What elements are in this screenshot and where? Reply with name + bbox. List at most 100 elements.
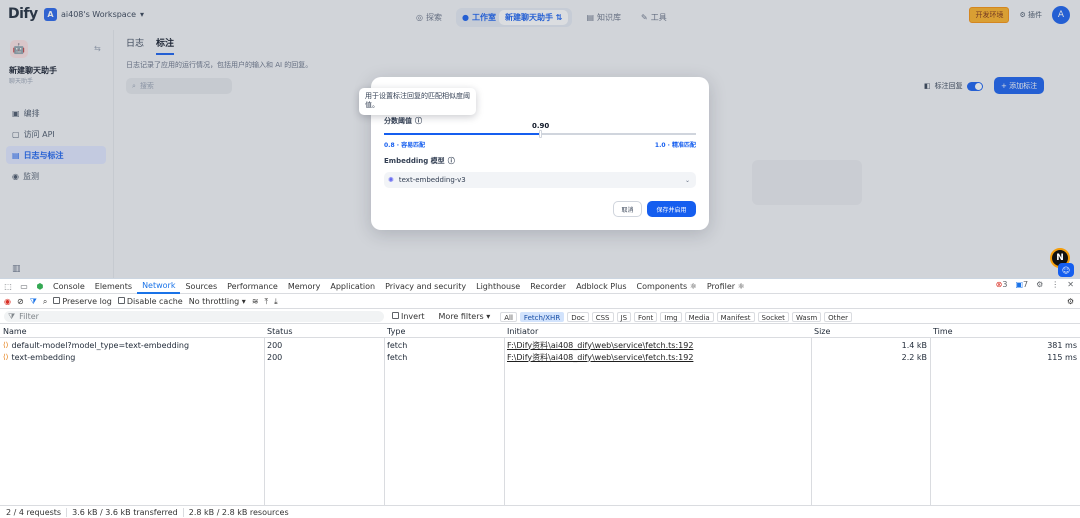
devtools-tab-lighthouse[interactable]: Lighthouse: [471, 279, 525, 294]
devtools-tab-list: Console Elements Network Sources Performance…: [48, 279, 750, 294]
table-row[interactable]: ⟨⟩ text-embedding 200 fetch F:\Dify资料\ai4…: [0, 351, 1080, 363]
column-header-size[interactable]: Size: [811, 325, 930, 337]
devtools-tab-elements[interactable]: Elements: [90, 279, 137, 294]
filter-chip-img[interactable]: Img: [660, 311, 682, 322]
request-initiator[interactable]: F:\Dify资料\ai408_dify\web\service\fetch.t…: [504, 339, 811, 351]
score-slider[interactable]: [384, 130, 696, 138]
help-icon[interactable]: ⓘ: [415, 116, 422, 126]
filter-chip-other[interactable]: Other: [824, 311, 853, 322]
request-initiator[interactable]: F:\Dify资料\ai408_dify\web\service\fetch.t…: [504, 351, 811, 363]
devtools-tab-profiler[interactable]: Profiler ⚛: [702, 279, 750, 294]
filter-chip-fetch-xhr[interactable]: Fetch/XHR: [519, 311, 565, 322]
save-enable-button[interactable]: 保存并启用: [647, 201, 696, 217]
filter-chip-css[interactable]: CSS: [591, 311, 614, 322]
filter-chip-all[interactable]: All: [500, 311, 517, 322]
devtools-panel: ⬚ ▭ ⬢ Console Elements Network Sources Perfo…: [0, 278, 1080, 518]
table-header: Name Status Type Initiator Size Time: [0, 325, 1080, 338]
devtools-tab-console[interactable]: Console: [48, 279, 90, 294]
column-header-status[interactable]: Status: [264, 325, 384, 337]
table-row[interactable]: ⟨⟩ default-model?model_type=text-embeddin…: [0, 339, 1080, 351]
error-counter[interactable]: ⊗3: [996, 280, 1008, 289]
devtools-tabs: ⬚ ▭ ⬢ Console Elements Network Sources Perfo…: [0, 279, 1080, 294]
close-icon[interactable]: ✕: [1067, 280, 1074, 289]
more-filters-dropdown[interactable]: More filters ▾: [439, 312, 491, 321]
chat-bubble-icon[interactable]: ☺: [1058, 263, 1074, 277]
search-icon[interactable]: ⌕: [43, 297, 47, 307]
network-filter-bar: ⧩ Filter Invert More filters ▾ All Fetch/…: [0, 310, 1080, 324]
filter-chip-media[interactable]: Media: [684, 311, 714, 322]
devtools-tab-memory[interactable]: Memory: [283, 279, 326, 294]
disable-cache-label: Disable cache: [126, 297, 183, 306]
score-threshold-tooltip: 用于设置标注回复的匹配相似度阈值。: [359, 88, 476, 115]
devtools-tab-recorder[interactable]: Recorder: [525, 279, 571, 294]
column-header-name[interactable]: Name: [0, 325, 265, 337]
column-header-initiator[interactable]: Initiator: [504, 325, 811, 337]
request-status: 200: [267, 352, 283, 362]
network-request-table: Name Status Type Initiator Size Time ⟨⟩ d…: [0, 325, 1080, 505]
chevron-down-icon: ⌄: [684, 176, 690, 184]
request-name[interactable]: ⟨⟩ text-embedding: [0, 351, 265, 363]
devtools-tab-sources[interactable]: Sources: [180, 279, 222, 294]
extension-icon[interactable]: ⬢: [32, 282, 48, 291]
request-size: 2.2 kB: [901, 352, 927, 362]
devtools-right-controls: ⊗3 ▣7 ⚙ ⋮ ✕: [996, 280, 1074, 289]
filter-chip-js[interactable]: JS: [616, 311, 632, 322]
wifi-icon[interactable]: ≋: [252, 297, 259, 306]
devtools-tab-components[interactable]: Components ⚛: [632, 279, 702, 294]
filter-icon: ⧩: [8, 311, 16, 321]
network-settings-gear-icon[interactable]: ⚙: [1067, 297, 1074, 306]
slider-fill: [384, 133, 540, 135]
chevron-down-icon: ▾: [241, 297, 246, 306]
initiator-link[interactable]: F:\Dify资料\ai408_dify\web\service\fetch.t…: [507, 340, 693, 351]
checkbox-box: [392, 312, 399, 319]
inspect-icon[interactable]: ⬚: [0, 282, 16, 291]
embedding-model-value: text-embedding-v3: [398, 176, 466, 184]
record-icon[interactable]: ◉: [4, 297, 11, 306]
filter-chip-doc[interactable]: Doc: [567, 311, 589, 322]
download-icon[interactable]: ⤓: [274, 297, 278, 307]
filter-chip-font[interactable]: Font: [634, 311, 658, 322]
error-count: 3: [1002, 280, 1008, 289]
initiator-link[interactable]: F:\Dify资料\ai408_dify\web\service\fetch.t…: [507, 352, 693, 363]
fetch-icon: ⟨⟩: [3, 341, 9, 349]
filter-chip-manifest[interactable]: Manifest: [716, 311, 755, 322]
chevron-down-icon: ▾: [486, 312, 491, 321]
model-provider-icon: ✺: [388, 176, 394, 184]
devtools-tab-performance[interactable]: Performance: [222, 279, 283, 294]
network-status-bar: 2 / 4 requests 3.6 kB / 3.6 kB transferr…: [0, 505, 1080, 518]
devtools-tab-privacy-and-security[interactable]: Privacy and security: [380, 279, 471, 294]
settings-gear-icon[interactable]: ⚙: [1036, 280, 1043, 289]
score-label-text: 分数阈值: [384, 117, 412, 125]
more-filters-label: More filters: [438, 312, 484, 321]
filter-chip-wasm[interactable]: Wasm: [791, 311, 822, 322]
throttling-select[interactable]: No throttling ▾: [189, 297, 246, 306]
warning-counter[interactable]: ▣7: [1015, 280, 1028, 289]
preserve-log-label: Preserve log: [62, 297, 112, 306]
disable-cache-checkbox[interactable]: Disable cache: [117, 297, 183, 306]
invert-checkbox[interactable]: Invert: [392, 312, 425, 321]
preserve-log-checkbox[interactable]: Preserve log: [53, 297, 112, 306]
divider: [182, 508, 184, 517]
resources-size: 2.8 kB / 2.8 kB resources: [188, 508, 289, 517]
devtools-tab-network[interactable]: Network: [137, 279, 181, 294]
score-threshold-label: 分数阈值 ⓘ: [384, 116, 422, 126]
filter-input[interactable]: ⧩ Filter: [4, 311, 384, 322]
request-size: 1.4 kB: [901, 340, 927, 350]
cancel-button[interactable]: 取消: [613, 201, 642, 217]
filter-funnel-icon[interactable]: ⧩: [30, 297, 37, 307]
clear-icon[interactable]: ⊘: [17, 297, 24, 306]
request-type: fetch: [387, 352, 408, 362]
slider-thumb[interactable]: [539, 130, 542, 138]
checkbox-box: [117, 297, 125, 304]
column-header-type[interactable]: Type: [384, 325, 504, 337]
upload-icon[interactable]: ⤒: [265, 297, 269, 307]
devtools-tab-application[interactable]: Application: [325, 279, 380, 294]
filter-chip-socket[interactable]: Socket: [757, 311, 789, 322]
help-icon[interactable]: ⓘ: [448, 156, 455, 166]
device-toggle-icon[interactable]: ▭: [16, 282, 32, 291]
more-vert-icon[interactable]: ⋮: [1051, 280, 1059, 289]
request-name[interactable]: ⟨⟩ default-model?model_type=text-embeddin…: [0, 339, 265, 351]
embedding-model-select[interactable]: ✺ text-embedding-v3 ⌄: [384, 172, 696, 188]
column-header-time[interactable]: Time: [930, 325, 1080, 337]
devtools-tab-adblock-plus[interactable]: Adblock Plus: [571, 279, 631, 294]
